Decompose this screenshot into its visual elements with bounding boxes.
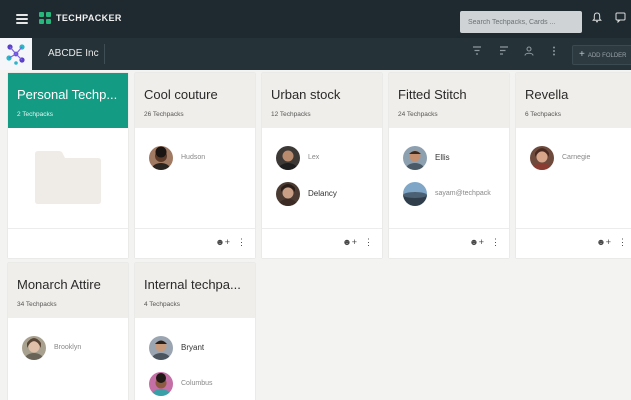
add-person-icon[interactable]: ☻+: [596, 237, 611, 247]
folder-card-footer: [8, 228, 128, 258]
bell-icon[interactable]: [590, 12, 604, 26]
more-vert-icon[interactable]: [547, 46, 561, 61]
folder-card-fitted-stitch[interactable]: Fitted Stitch 24 Techpacks Ellis sayam@t…: [389, 73, 509, 258]
folder-card-header: Revella 6 Techpacks: [516, 73, 631, 128]
folder-card-footer: ☻+ ⋮: [135, 228, 255, 258]
avatar: [276, 146, 300, 170]
add-folder-button[interactable]: + ADD FOLDER: [572, 45, 631, 65]
member-name: Lex: [308, 154, 320, 161]
folder-card-cool-couture[interactable]: Cool couture 26 Techpacks Hudson ☻+ ⋮: [135, 73, 255, 258]
avatar: [22, 336, 46, 360]
avatar: [403, 182, 427, 206]
folder-title: Revella: [525, 87, 569, 102]
folder-title: Internal techpa...: [144, 277, 241, 292]
member-name: Hudson: [181, 154, 206, 161]
folder-count: 24 Techpacks: [398, 111, 438, 118]
folder-card-body: Hudson: [135, 128, 255, 228]
more-vert-icon[interactable]: ⋮: [491, 237, 500, 247]
folder-card-body: Lex Delancy: [262, 128, 382, 228]
folder-card-body: Carnegie: [516, 128, 631, 228]
member-name: Ellis: [435, 153, 450, 162]
member-name: Brooklyn: [54, 344, 82, 351]
folder-title: Monarch Attire: [17, 277, 101, 292]
folder-card-header: Personal Techp... 2 Techpacks: [8, 73, 128, 128]
folder-count: 4 Techpacks: [144, 301, 181, 308]
folder-card-body: Bryant Columbus: [135, 318, 255, 400]
folder-card-body: [8, 128, 128, 228]
add-person-icon[interactable]: ☻+: [469, 237, 484, 247]
folder-card-footer: ☻+ ⋮: [516, 228, 631, 258]
add-person-icon[interactable]: ☻+: [215, 237, 230, 247]
folder-count: 26 Techpacks: [144, 111, 184, 118]
folder-card-body: Brooklyn: [8, 318, 128, 400]
add-folder-label: ADD FOLDER: [587, 53, 627, 59]
folder-card-header: Fitted Stitch 24 Techpacks: [389, 73, 509, 128]
folder-card-header: Internal techpa... 4 Techpacks: [135, 263, 255, 318]
folder-card-footer: ☻+ ⋮: [389, 228, 509, 258]
sort-icon[interactable]: [497, 46, 511, 60]
avatar: [276, 182, 300, 206]
org-name[interactable]: ABCDE Inc: [48, 48, 99, 59]
more-vert-icon[interactable]: ⋮: [618, 237, 627, 247]
folder-count: 34 Techpacks: [17, 301, 57, 308]
member-name: sayam@techpack: [435, 190, 491, 197]
member-name: Carnegie: [562, 154, 591, 161]
folder-card-header: Cool couture 26 Techpacks: [135, 73, 255, 128]
add-person-icon[interactable]: ☻+: [342, 237, 357, 247]
member-name: Bryant: [181, 343, 205, 352]
folder-card-personal[interactable]: Personal Techp... 2 Techpacks: [8, 73, 128, 258]
org-logo-icon[interactable]: [0, 38, 32, 70]
avatar: [149, 336, 173, 360]
member-name: Columbus: [181, 380, 213, 387]
more-vert-icon[interactable]: ⋮: [237, 237, 246, 247]
divider: [104, 44, 105, 64]
folder-title: Cool couture: [144, 87, 218, 102]
folder-title: Fitted Stitch: [398, 87, 467, 102]
more-vert-icon[interactable]: ⋮: [364, 237, 373, 247]
techpacker-logo-icon: [39, 12, 51, 24]
folder-icon: [33, 150, 103, 205]
filter-icon[interactable]: [470, 46, 484, 60]
folder-card-footer: ☻+ ⋮: [262, 228, 382, 258]
folder-title: Personal Techp...: [17, 87, 118, 102]
folder-card-monarch-attire[interactable]: Monarch Attire 34 Techpacks Brooklyn: [8, 263, 128, 400]
avatar: [149, 372, 173, 396]
chat-icon[interactable]: [613, 12, 627, 26]
folder-card-body: Ellis sayam@techpack: [389, 128, 509, 228]
folder-card-urban-stock[interactable]: Urban stock 12 Techpacks Lex Delancy ☻+ ⋮: [262, 73, 382, 258]
avatar: [530, 146, 554, 170]
member-name: Delancy: [308, 189, 337, 198]
folder-card-header: Urban stock 12 Techpacks: [262, 73, 382, 128]
avatar: [403, 146, 427, 170]
folder-card-header: Monarch Attire 34 Techpacks: [8, 263, 128, 318]
folder-title: Urban stock: [271, 87, 341, 102]
person-icon[interactable]: [522, 46, 536, 61]
brand-name: TECHPACKER: [56, 13, 122, 23]
search-input[interactable]: [460, 11, 582, 33]
folder-card-revella[interactable]: Revella 6 Techpacks Carnegie ☻+ ⋮: [516, 73, 631, 258]
folder-count: 2 Techpacks: [17, 111, 54, 118]
plus-icon: +: [579, 49, 585, 60]
folder-count: 6 Techpacks: [525, 111, 562, 118]
avatar: [149, 146, 173, 170]
menu-icon[interactable]: [16, 14, 28, 24]
folder-card-internal-techpacks[interactable]: Internal techpa... 4 Techpacks Bryant Co…: [135, 263, 255, 400]
folder-count: 12 Techpacks: [271, 111, 311, 118]
